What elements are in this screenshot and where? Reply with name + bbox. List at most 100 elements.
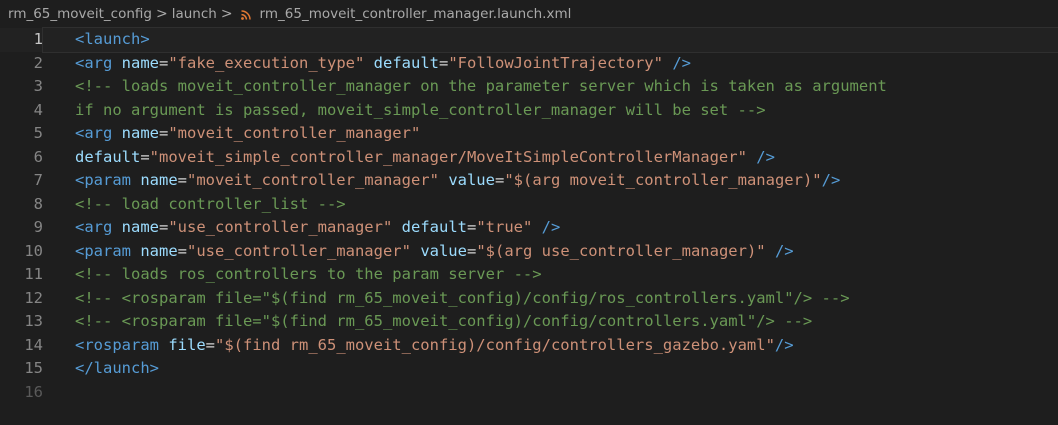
code-line[interactable]: 13 <!-- <rosparam file="$(find rm_65_move… (0, 310, 1058, 334)
code-line[interactable]: 3 <!-- loads moveit_controller_manager on… (0, 75, 1058, 99)
code-line[interactable]: 6 default="moveit_simple_controller_manag… (0, 146, 1058, 170)
code-token: <!-- loads ros_controllers to the param … (75, 265, 542, 283)
code-line[interactable]: 5 <arg name="moveit_controller_manager" (0, 122, 1058, 146)
line-number: 7 (33, 171, 43, 189)
line-code[interactable]: <arg name="use_controller_manager" defau… (43, 216, 1058, 240)
code-line[interactable]: 2 <arg name="fake_execution_type" default… (0, 52, 1058, 76)
line-number: 1 (33, 30, 43, 48)
code-token: "fake_execution_type" (168, 53, 365, 72)
code-token: <param (75, 171, 141, 189)
code-token: <arg (75, 218, 122, 236)
code-token: = (466, 218, 477, 236)
line-number: 2 (33, 53, 43, 72)
code-line[interactable]: 16 (0, 381, 1058, 405)
line-number: 5 (33, 124, 43, 142)
line-code[interactable]: <!-- <rosparam file="$(find rm_65_moveit… (43, 310, 1058, 334)
code-token: <!-- loads moveit_controller_manager on … (75, 77, 887, 95)
breadcrumb-separator-icon: > (155, 6, 168, 22)
line-number: 4 (33, 100, 43, 119)
code-token: value (448, 171, 495, 189)
code-token: default (373, 53, 439, 72)
code-token: value (420, 241, 467, 260)
line-number: 6 (33, 147, 43, 166)
line-code[interactable]: <!-- <rosparam file="$(find rm_65_moveit… (43, 287, 1058, 311)
line-code[interactable]: <param name="use_controller_manager" val… (43, 240, 1058, 264)
breadcrumb-item-launch[interactable]: launch (172, 6, 217, 22)
breadcrumb-file-name[interactable]: rm_65_moveit_controller_manager.launch.x… (260, 6, 572, 22)
code-token: file (168, 335, 206, 354)
code-token: /> (541, 218, 561, 236)
code-token: "true" (476, 218, 533, 236)
code-token: default (75, 147, 141, 166)
line-number: 14 (24, 335, 43, 354)
code-editor[interactable]: 1 <launch> 2 <arg name="fake_execution_type… (0, 27, 1058, 405)
code-token: "moveit_simple_controller_manager/MoveIt… (149, 147, 747, 166)
code-line[interactable]: 4 if no argument is passed, moveit_simple… (0, 99, 1058, 123)
line-number: 10 (24, 241, 43, 260)
code-line[interactable]: 8 <!-- load controller_list --> (0, 193, 1058, 217)
code-line[interactable]: 11 <!-- loads ros_controllers to the para… (0, 263, 1058, 287)
code-token: /> (774, 241, 794, 260)
line-code[interactable]: if no argument is passed, moveit_simple_… (43, 99, 1058, 123)
line-code[interactable]: <param name="moveit_controller_manager" … (43, 169, 1058, 193)
line-code[interactable]: <!-- loads moveit_controller_manager on … (43, 75, 1058, 99)
line-code[interactable] (43, 381, 1058, 405)
code-line[interactable]: 12 <!-- <rosparam file="$(find rm_65_move… (0, 287, 1058, 311)
line-number: 15 (24, 359, 43, 377)
code-token: <!-- <rosparam file="$(find rm_65_moveit… (75, 288, 850, 307)
line-code[interactable]: <!-- loads ros_controllers to the param … (43, 263, 1058, 287)
line-number: 16 (24, 382, 43, 401)
code-token: <rosparam (75, 335, 169, 354)
line-number: 11 (24, 265, 43, 283)
breadcrumb-separator-icon: > (220, 6, 233, 22)
code-token: "moveit_controller_manager" (168, 124, 421, 142)
code-token: /> (774, 335, 794, 354)
code-line[interactable]: 1 <launch> (0, 27, 1058, 53)
code-token: "$(arg moveit_controller_manager)" (504, 171, 822, 189)
code-token: = (159, 124, 169, 142)
breadcrumb: rm_65_moveit_config > launch > rm_65_mov… (0, 0, 1058, 28)
code-line[interactable]: 14 <rosparam file="$(find rm_65_moveit_co… (0, 334, 1058, 358)
code-token: <arg (75, 53, 122, 72)
code-token: /> (672, 53, 691, 72)
line-code[interactable]: <!-- load controller_list --> (43, 193, 1058, 217)
code-token: "$(arg use_controller_manager)" (476, 241, 766, 260)
code-token: "use_controller_manager" (187, 241, 411, 260)
code-token: <!-- <rosparam file="$(find rm_65_moveit… (75, 312, 813, 330)
code-token: = (140, 147, 150, 166)
line-code[interactable]: <launch> (42, 27, 1058, 53)
code-token: "FollowJointTrajectory" (448, 53, 663, 72)
breadcrumb-item-rm-65-moveit-config[interactable]: rm_65_moveit_config (8, 6, 152, 22)
code-line[interactable]: 7 <param name="moveit_controller_manager"… (0, 169, 1058, 193)
code-token: <!-- load controller_list --> (75, 194, 346, 213)
line-code[interactable]: </launch> (43, 357, 1058, 381)
line-number: 13 (24, 312, 43, 330)
code-line[interactable]: 9 <arg name="use_controller_manager" defa… (0, 216, 1058, 240)
code-token: "$(find rm_65_moveit_config)/config/cont… (215, 335, 775, 354)
code-token: = (466, 241, 477, 260)
line-code[interactable]: <arg name="fake_execution_type" default=… (43, 52, 1058, 76)
code-token: /> (821, 171, 841, 189)
code-token: </launch> (75, 359, 159, 377)
code-token: <launch> (75, 30, 150, 48)
line-number: 9 (33, 218, 43, 236)
code-line[interactable]: 10 <param name="use_controller_manager" v… (0, 240, 1058, 264)
code-token: = (177, 171, 187, 189)
line-code[interactable]: <arg name="moveit_controller_manager" (43, 122, 1058, 146)
code-token: name (121, 218, 159, 236)
code-token: name (140, 171, 178, 189)
code-line[interactable]: 15 </launch> (0, 357, 1058, 381)
code-token: "use_controller_manager" (168, 218, 393, 236)
line-number: 3 (33, 77, 43, 95)
line-code[interactable]: <rosparam file="$(find rm_65_moveit_conf… (43, 334, 1058, 358)
code-token: = (159, 53, 169, 72)
code-token: name (140, 241, 178, 260)
code-token: = (205, 335, 215, 354)
line-code[interactable]: default="moveit_simple_controller_manage… (43, 146, 1058, 170)
